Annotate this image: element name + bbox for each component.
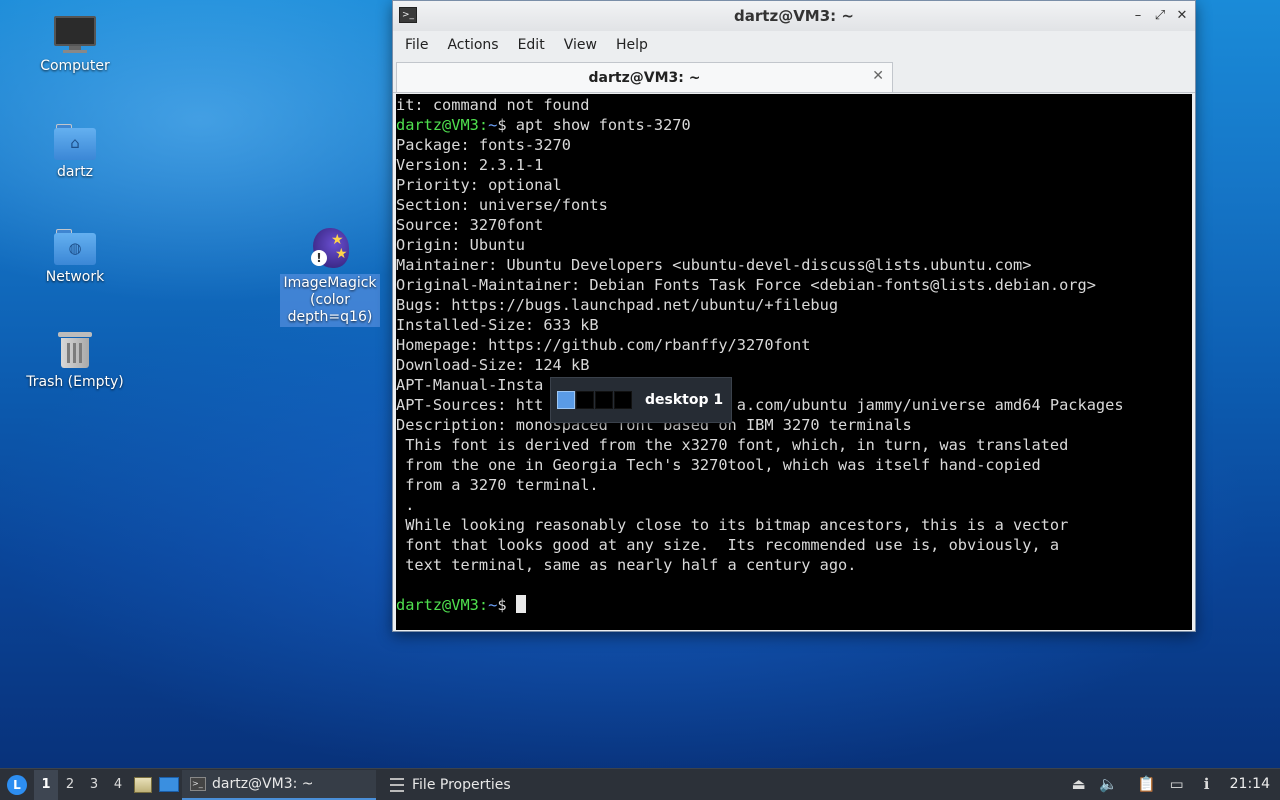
pager-desktop-3[interactable]: 3 [82,770,106,800]
network-monitor-icon[interactable]: ▭ [1162,769,1192,799]
terminal-tab[interactable]: dartz@VM3: ~ ✕ [396,62,893,92]
tab-close-icon[interactable]: ✕ [872,68,884,84]
workspace-preview-4 [614,391,632,409]
prompt-user: dartz@VM3: [396,116,489,134]
menubar: File Actions Edit View Help [393,31,1195,59]
properties-icon [390,777,404,792]
prompt-user: dartz@VM3: [396,596,489,614]
menu-edit[interactable]: Edit [512,37,558,53]
terminal-output-line: APT-Manual-Insta [396,376,544,394]
terminal-output-line: Source: 3270font [396,216,544,234]
trash-icon [56,330,94,370]
desktop-switcher-osd: desktop 1 [550,377,732,423]
pager-desktop-1[interactable]: 1 [34,769,58,800]
update-notifier-icon[interactable]: ℹ [1192,769,1222,799]
desktop-icon-home[interactable]: ⌂ dartz [20,122,130,181]
terminal-output-line: Version: 2.3.1-1 [396,156,544,174]
terminal-output-line: Bugs: https://bugs.launchpad.net/ubuntu/… [396,296,839,314]
system-tray: ⏏ 🔈 📋 ▭ ℹ 21:14 [1064,769,1280,799]
show-desktop-icon [159,777,179,792]
menu-file[interactable]: File [399,37,441,53]
desktop-icon-computer[interactable]: Computer [20,16,130,75]
prompt-path: ~ [488,596,498,614]
terminal-output-line: Priority: optional [396,176,562,194]
computer-icon [54,16,96,54]
terminal-output-line: . [396,496,415,514]
maximize-icon[interactable]: ⤢ [1151,7,1169,25]
terminal-output-line: from a 3270 terminal. [396,476,599,494]
home-folder-icon: ⌂ [54,122,96,160]
tab-title: dartz@VM3: ~ [588,69,701,86]
terminal-cursor [515,595,526,613]
minimize-icon[interactable]: – [1129,7,1147,25]
workspace-preview-2 [576,391,594,409]
network-folder-icon: ◍ [54,227,96,265]
clock[interactable]: 21:14 [1222,776,1280,792]
terminal-output-line: Package: fonts-3270 [396,136,571,154]
volume-icon[interactable]: 🔈 [1094,769,1124,799]
terminal-output-line: text terminal, same as nearly half a cen… [396,556,857,574]
window-titlebar[interactable]: >_ dartz@VM3: ~ – ⤢ ✕ [393,1,1195,31]
desktop-icon-network[interactable]: ◍ Network [20,227,130,286]
terminal-output-line: from the one in Georgia Tech's 3270tool,… [396,456,1041,474]
desktop-icon-label: Network [45,269,105,285]
osd-desktop-label: desktop 1 [645,392,724,408]
desktop-icon-label: dartz [56,164,94,180]
terminal-window[interactable]: >_ dartz@VM3: ~ – ⤢ ✕ File Actions Edit … [392,0,1196,632]
terminal-icon: >_ [190,776,206,791]
terminal-output-line: While looking reasonably close to its bi… [396,516,1069,534]
start-menu-button[interactable]: L [2,770,32,800]
clipboard-icon[interactable]: 📋 [1132,769,1162,799]
pager-desktop-4[interactable]: 4 [106,770,130,800]
desktop-pager: 1 2 3 4 [34,769,130,800]
terminal-output-line: Maintainer: Ubuntu Developers <ubuntu-de… [396,256,1032,274]
file-manager-icon [134,776,152,793]
terminal-output-line: Section: universe/fonts [396,196,608,214]
terminal-prompt-line: dartz@VM3:~$ apt show fonts-3270 [396,115,1192,135]
terminal-output-line: Download-Size: 124 kB [396,356,590,374]
desktop-icon-label: Computer [40,58,110,74]
show-desktop-button[interactable] [156,770,182,800]
window-title: dartz@VM3: ~ [734,7,854,25]
prompt-command: $ [497,596,516,614]
menu-view[interactable]: View [558,37,610,53]
menu-help[interactable]: Help [610,37,661,53]
task-label: dartz@VM3: ~ [212,775,314,792]
terminal-icon: >_ [399,7,417,23]
desktop-icon-imagemagick[interactable]: ★ ★ ! ImageMagick (color depth=q16) [280,226,380,327]
terminal-output-line: APT-Sources: htt a.com/ubuntu jammy/univ… [396,396,1124,414]
terminal-output-line: This font is derived from the x3270 font… [396,436,1069,454]
desktop-icon-label: ImageMagick (color depth=q16) [280,274,380,327]
terminal-output-line: Original-Maintainer: Debian Fonts Task F… [396,276,1096,294]
terminal-output-line: Installed-Size: 633 kB [396,316,599,334]
desktop-icon-label: Trash (Empty) [26,374,124,390]
prompt-command: $ apt show fonts-3270 [497,116,691,134]
terminal-output-line: Description: monospaced font based on IB… [396,416,912,434]
tab-bar: dartz@VM3: ~ ✕ [393,59,1195,93]
terminal-output-line: Origin: Ubuntu [396,236,525,254]
prompt-path: ~ [488,116,498,134]
close-icon[interactable]: ✕ [1173,7,1191,25]
workspace-preview-1 [557,391,575,409]
task-label: File Properties [412,776,511,793]
menu-actions[interactable]: Actions [441,37,511,53]
terminal-output-line: it: command not found [396,96,590,114]
terminal-prompt-line: dartz@VM3:~$ [396,595,1192,615]
imagemagick-icon: ★ ★ ! [309,226,351,270]
workspace-preview-3 [595,391,613,409]
eject-icon[interactable]: ⏏ [1064,769,1094,799]
terminal-output[interactable]: it: command not found dartz@VM3:~$ apt sh… [396,94,1192,630]
file-manager-launcher[interactable] [130,770,156,800]
lubuntu-logo-icon: L [7,774,27,795]
desktop-icon-trash[interactable]: Trash (Empty) [20,330,130,391]
terminal-output-line: Homepage: https://github.com/rbanffy/327… [396,336,811,354]
terminal-output-line: font that looks good at any size. Its re… [396,536,1060,554]
taskbar: L 1 2 3 4 >_ dartz@VM3: ~ File Propertie… [0,768,1280,800]
pager-desktop-2[interactable]: 2 [58,770,82,800]
task-terminal[interactable]: >_ dartz@VM3: ~ [182,769,376,800]
task-file-properties[interactable]: File Properties [382,770,519,800]
workspace-previews [557,391,633,409]
